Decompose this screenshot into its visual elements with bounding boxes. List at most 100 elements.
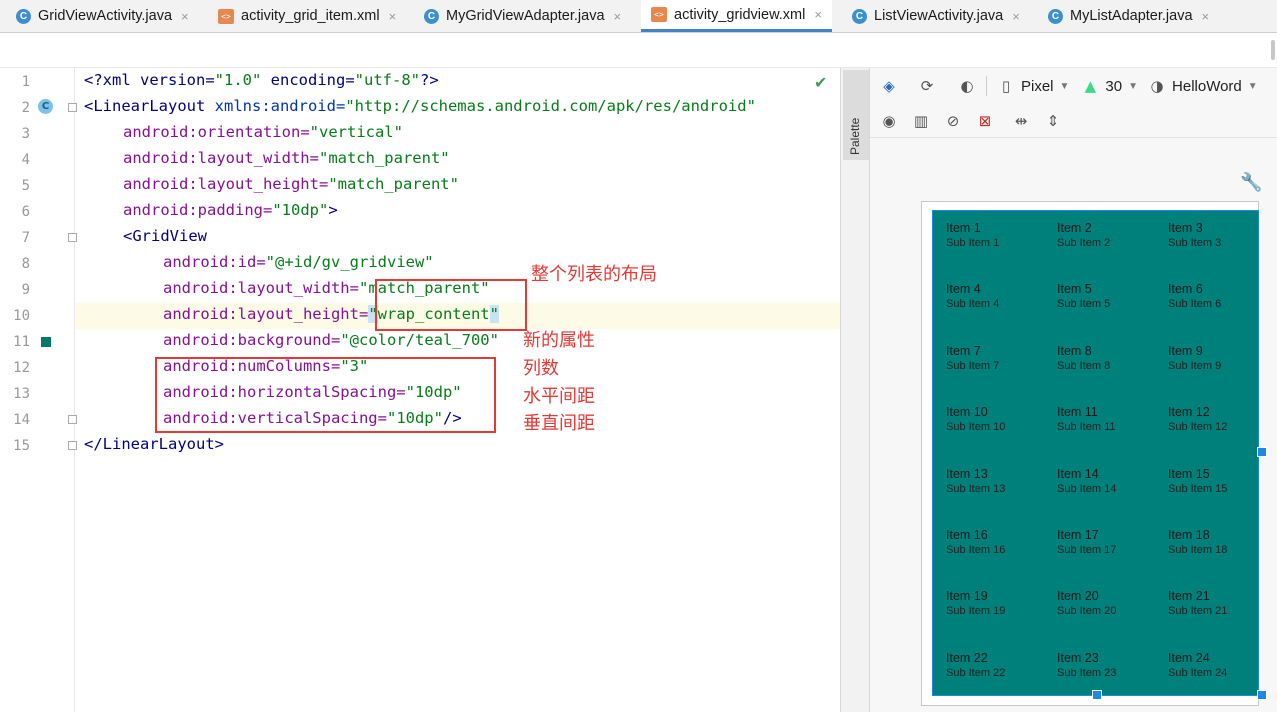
grid-item[interactable]: Item 14 Sub Item 14: [1057, 467, 1162, 495]
grid-item[interactable]: Item 7 Sub Item 7: [946, 344, 1051, 372]
fold-marker-icon[interactable]: [68, 103, 77, 112]
annotation-hspacing: 水平间距: [523, 386, 595, 407]
layers-icon[interactable]: ◈: [874, 73, 904, 99]
token: android:padding: [123, 201, 263, 219]
grid-item[interactable]: Item 8 Sub Item 8: [1057, 344, 1162, 372]
device-selector[interactable]: Pixel ▼: [1021, 78, 1069, 95]
magnet-off-icon[interactable]: ⊘: [938, 108, 968, 134]
tab-mygridviewadapter[interactable]: C MyGridViewAdapter.java ×: [424, 0, 621, 32]
fold-marker-icon[interactable]: [68, 441, 77, 450]
line-number: 7: [21, 230, 30, 246]
vertical-expand-icon[interactable]: ⇕: [1038, 108, 1068, 134]
code-line-1: <?xml version="1.0" encoding="utf-8"?>: [84, 71, 439, 89]
tab-listviewactivity[interactable]: C ListViewActivity.java ×: [852, 0, 1020, 32]
grid-item[interactable]: Item 13 Sub Item 13: [946, 467, 1051, 495]
token: =: [358, 305, 369, 323]
tab-strip-spacer: [0, 33, 1277, 68]
device-preview: Item 1 Sub Item 1 Item 2 Sub Item 2 Item 3 Su…: [921, 201, 1267, 706]
theme-selector[interactable]: HelloWord ▼: [1172, 78, 1258, 95]
tab-label: ListViewActivity.java: [874, 8, 1004, 24]
resize-handle[interactable]: [1092, 690, 1102, 700]
tab-activity-gridview[interactable]: <> activity_gridview.xml ×: [641, 0, 832, 32]
grid-item-title: Item 20: [1057, 589, 1099, 604]
grid-item[interactable]: Item 18 Sub Item 18: [1168, 528, 1273, 556]
line-number: 10: [13, 308, 30, 324]
close-icon[interactable]: ×: [814, 7, 822, 22]
horizontal-expand-icon[interactable]: ⇹: [1006, 108, 1036, 134]
token: android:layout_height: [163, 305, 359, 323]
fold-marker-icon[interactable]: [68, 233, 77, 242]
grid-item[interactable]: Item 3 Sub Item 3: [1168, 221, 1273, 249]
resize-handle[interactable]: [1257, 690, 1267, 700]
api-selector[interactable]: 30 ▼: [1105, 78, 1138, 95]
grid-item[interactable]: Item 23 Sub Item 23: [1057, 651, 1162, 679]
blueprint-icon[interactable]: ▥: [906, 108, 936, 134]
clear-constraints-icon[interactable]: ⊠: [970, 108, 1000, 134]
grid-item[interactable]: Item 24 Sub Item 24: [1168, 651, 1273, 679]
class-icon: C: [852, 8, 867, 24]
grid-item[interactable]: Item 11 Sub Item 11: [1057, 405, 1162, 433]
grid-item[interactable]: Item 16 Sub Item 16: [946, 528, 1051, 556]
line-number: 1: [21, 74, 30, 90]
grid-item[interactable]: Item 10 Sub Item 10: [946, 405, 1051, 433]
toolbar-divider: [986, 76, 987, 96]
grid-item-title: Item 2: [1057, 221, 1092, 235]
grid-item[interactable]: Item 17 Sub Item 17: [1057, 528, 1162, 556]
token: "http://schemas.android.com/apk/res/andr…: [345, 97, 756, 115]
grid-item-title: Item 19: [946, 589, 988, 604]
grid-item[interactable]: Item 2 Sub Item 2: [1057, 221, 1162, 249]
grid-item[interactable]: Item 4 Sub Item 4: [946, 282, 1051, 310]
android-icon: ▲: [1084, 77, 1097, 95]
grid-item[interactable]: Item 9 Sub Item 9: [1168, 344, 1273, 372]
design-toolbar-top: ◈ ⟳ ◐ ▯ Pixel ▼ ▲ 30 ▼ ◑ HelloWord ▼: [870, 68, 1277, 104]
grid-item-subtitle: Sub Item 8: [1057, 359, 1111, 372]
grid-item[interactable]: Item 15 Sub Item 15: [1168, 467, 1273, 495]
close-icon[interactable]: ×: [1202, 9, 1210, 24]
code-editor[interactable]: 1 2 3 4 5 6 7 8 9 10 11 12 13 14 15 C ✔ …: [0, 68, 840, 712]
grid-item[interactable]: Item 22 Sub Item 22: [946, 651, 1051, 679]
grid-item[interactable]: Item 20 Sub Item 20: [1057, 589, 1162, 617]
grid-item-title: Item 23: [1057, 650, 1099, 665]
fold-marker-icon[interactable]: [68, 415, 77, 424]
tab-gridviewactivity[interactable]: C GridViewActivity.java ×: [16, 0, 189, 32]
eye-icon[interactable]: ◉: [874, 108, 904, 134]
night-mode-icon[interactable]: ◐: [952, 73, 982, 99]
tab-activity-grid-item[interactable]: <> activity_grid_item.xml ×: [218, 0, 396, 32]
grid-item[interactable]: Item 21 Sub Item 21: [1168, 589, 1273, 617]
grid-item-title: Item 5: [1057, 282, 1092, 297]
grid-view[interactable]: Item 1 Sub Item 1 Item 2 Sub Item 2 Item 3 Su…: [932, 210, 1259, 696]
wrench-icon[interactable]: 🔧: [1240, 172, 1262, 193]
grid-item[interactable]: Item 12 Sub Item 12: [1168, 405, 1273, 433]
close-icon[interactable]: ×: [614, 9, 622, 24]
grid-item[interactable]: Item 19 Sub Item 19: [946, 589, 1051, 617]
grid-item-title: Item 3: [1168, 221, 1203, 235]
token: <GridView: [123, 227, 207, 245]
grid-item[interactable]: Item 1 Sub Item 1: [946, 221, 1051, 249]
grid-item[interactable]: Item 5 Sub Item 5: [1057, 282, 1162, 310]
close-icon[interactable]: ×: [389, 9, 397, 24]
annotation-columns: 列数: [523, 358, 559, 379]
line-number: 9: [21, 282, 30, 298]
class-gutter-icon[interactable]: C: [38, 99, 53, 114]
close-icon[interactable]: ×: [181, 9, 189, 24]
code-line-15: </LinearLayout>: [84, 435, 224, 453]
annotation-vspacing: 垂直间距: [523, 413, 595, 434]
token: android:background: [163, 331, 331, 349]
resize-handle[interactable]: [1257, 447, 1267, 457]
token: "@color/teal_700": [340, 331, 499, 349]
scrollbar[interactable]: [1271, 40, 1275, 60]
api-label: 30: [1105, 77, 1123, 95]
class-icon: C: [424, 8, 439, 24]
tab-mylistadapter[interactable]: C MyListAdapter.java ×: [1048, 0, 1209, 32]
palette-label: Palette: [848, 117, 862, 155]
token: <LinearLayout: [84, 97, 215, 115]
close-icon[interactable]: ×: [1012, 9, 1020, 24]
grid-item-subtitle: Sub Item 14: [1057, 482, 1117, 495]
palette-tab[interactable]: Palette: [843, 70, 869, 160]
grid-item[interactable]: Item 6 Sub Item 6: [1168, 282, 1273, 310]
token: >: [328, 201, 338, 219]
orientation-icon[interactable]: ⟳: [912, 73, 942, 99]
token: ?>: [419, 71, 439, 89]
code-line-5: android:layout_height="match_parent": [123, 175, 459, 193]
color-swatch-icon[interactable]: [41, 337, 51, 347]
